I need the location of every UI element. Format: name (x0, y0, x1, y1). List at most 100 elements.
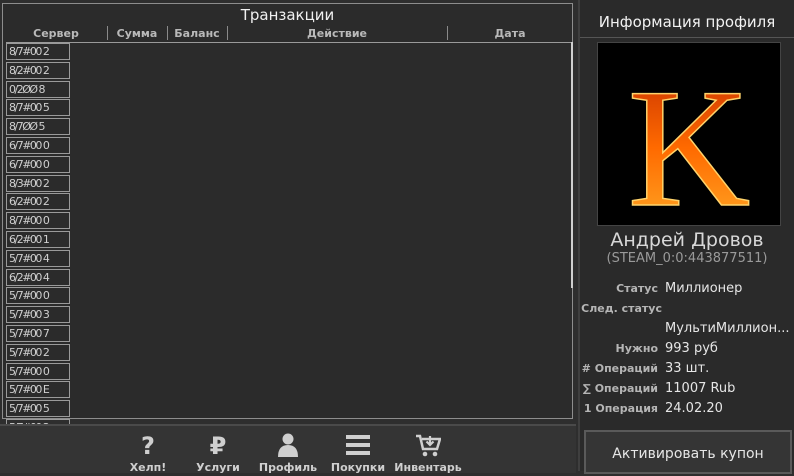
user-icon (278, 433, 298, 457)
ruble-icon: ₽ (210, 432, 227, 458)
steam-id: (STEAM_0:0:443877511) (606, 251, 768, 266)
table-row[interactable]: 8/7#00 2 (6, 43, 74, 63)
table-row[interactable]: 5/7#00 4 (6, 249, 74, 270)
row-text: 5/7#00 0 (9, 364, 50, 378)
bottom-nav: ? Хелп! ₽ Услуги Профиль Покупки Инвента… (0, 424, 576, 474)
status-label: Статус (616, 282, 658, 295)
table-cell: 5/7#00 4 (6, 249, 70, 267)
next-status-label: След. статус (581, 302, 662, 315)
table-cell: 8/7ØØ 5 (6, 118, 70, 136)
svg-text:?: ? (141, 432, 155, 458)
table-cell: 6/7#00 0 (6, 137, 70, 154)
transactions-scrollbar[interactable] (571, 42, 573, 288)
table-row[interactable]: 5/7#00 0 (6, 287, 74, 307)
table-cell: 5/7#00 3 (6, 306, 70, 324)
row-text: 8/7#00 2 (9, 45, 50, 58)
column-action[interactable]: Действие (228, 26, 446, 41)
ops-count-label: # Операций (581, 362, 658, 375)
table-row[interactable]: 0/2ØØ 8 (6, 80, 74, 101)
table-row[interactable]: 6/2#00 4 (6, 268, 74, 289)
row-text: 5/7#00 7 (9, 327, 50, 340)
column-server[interactable]: Сервер (6, 26, 106, 41)
table-cell: 5/7#00 5 (6, 400, 70, 418)
svg-text:K: K (628, 54, 751, 225)
table-row[interactable]: 6/7#00 0 (6, 155, 74, 176)
transactions-title: Транзакции (240, 6, 335, 24)
table-cell: 8/7#00 5 (6, 99, 70, 117)
row-text: 8/2#00 2 (9, 63, 50, 77)
row-text: 5/7#00 0 (9, 289, 50, 303)
table-row[interactable]: 5/7#00 2 (6, 343, 74, 364)
table-row[interactable]: 8/7#00 5 (6, 99, 74, 119)
table-cell: 5/7#00 0 (6, 362, 70, 380)
table-row[interactable]: 8/2#00 2 (6, 61, 74, 82)
first-op-label: 1 Операция (583, 402, 658, 415)
row-text: 5/7#00 E (9, 383, 50, 397)
table-row[interactable]: 5/7#00 E (6, 381, 74, 401)
row-text: 6/7#00 0 (9, 157, 50, 171)
table-cell: 8/7#00 2 (6, 43, 70, 60)
list-icon (346, 435, 370, 455)
needed-value: 993 руб (665, 341, 718, 356)
table-cell: 5/7#00 E (6, 381, 70, 399)
nav-services-button[interactable]: ₽ Услуги (188, 426, 248, 474)
table-row[interactable]: 8/7ØØ 5 (6, 118, 74, 138)
activate-coupon-button[interactable]: Активировать купон (584, 430, 792, 474)
row-text: 8/7ØØ 5 (9, 120, 46, 134)
nav-purchases-button[interactable]: Покупки (328, 426, 388, 474)
nav-help-button[interactable]: ? Хелп! (118, 426, 178, 474)
status-value: Миллионер (665, 281, 743, 296)
profile-name: Андрей Дровов (610, 229, 764, 251)
question-icon: ? (141, 432, 155, 458)
next-status-value: МультиМиллион... (665, 321, 790, 336)
table-cell: 6/2#00 2 (6, 193, 70, 211)
nav-profile-button[interactable]: Профиль (258, 426, 318, 474)
table-row[interactable]: 6/2#00 2 (6, 193, 74, 213)
profile-title: Информация профиля (598, 13, 776, 31)
row-text: 5/7#00 2 (9, 345, 50, 359)
row-text: 8/3#00 2 (9, 176, 50, 190)
table-row[interactable]: 5/7#00 3 (6, 306, 74, 326)
transactions-header: Сервер Сумма Баланс Действие Дата (6, 26, 572, 43)
table-cell: 8/2#00 2 (6, 61, 70, 79)
nav-inventory-button[interactable]: Инвентарь (394, 426, 462, 474)
transactions-list[interactable]: 8/7#00 2 8/2#00 2 0/2ØØ 8 8/7#00 5 8/7ØØ 5 6/… (6, 43, 572, 436)
svg-text:₽: ₽ (210, 432, 227, 458)
row-text: 6/7#00 0 (9, 139, 50, 152)
row-text: 6/2#00 2 (9, 195, 50, 209)
row-text: 6/2#00 4 (9, 270, 50, 284)
cart-icon (416, 434, 441, 457)
table-cell: 0/2ØØ 8 (6, 80, 70, 98)
column-date[interactable]: Дата (448, 26, 572, 41)
row-text: 5/7#00 3 (9, 308, 50, 322)
table-cell: 8/7#00 0 (6, 212, 70, 230)
ops-sum-label: ∑ Операций (582, 382, 658, 395)
table-row[interactable]: 6/2#00 1 (6, 231, 74, 251)
row-text: 0/2ØØ 8 (9, 82, 46, 96)
table-cell: 6/7#00 0 (6, 155, 70, 173)
ops-sum-value: 11007 Rub (665, 381, 736, 396)
row-text: 5/7#00 4 (9, 251, 50, 265)
table-cell: 8/3#00 2 (6, 174, 70, 192)
first-op-value: 24.02.20 (665, 401, 723, 416)
row-text: 6/2#00 1 (9, 233, 50, 246)
table-row[interactable]: 8/7#00 0 (6, 212, 74, 232)
row-text: 8/7#00 5 (9, 101, 50, 115)
table-cell: 6/2#00 4 (6, 268, 70, 286)
column-balance[interactable]: Баланс (168, 26, 226, 41)
column-amount[interactable]: Сумма (108, 26, 166, 41)
table-row[interactable]: 5/7#00 5 (6, 400, 74, 420)
table-cell: 5/7#00 7 (6, 325, 70, 342)
table-row[interactable]: 8/3#00 2 (6, 174, 74, 195)
table-cell: 5/7#00 0 (6, 287, 70, 305)
avatar: K (597, 42, 781, 243)
table-cell: 6/2#00 1 (6, 231, 70, 248)
table-row[interactable]: 5/7#00 0 (6, 362, 74, 383)
ops-count-value: 33 шт. (665, 361, 710, 376)
table-row[interactable]: 6/7#00 0 (6, 137, 74, 157)
needed-label: Нужно (615, 342, 658, 355)
profile-panel: Информация профиля K Андрей Дровов (STEA… (578, 0, 794, 474)
table-cell: 5/7#00 2 (6, 343, 70, 361)
row-text: 8/7#00 0 (9, 214, 50, 228)
table-row[interactable]: 5/7#00 7 (6, 325, 74, 345)
